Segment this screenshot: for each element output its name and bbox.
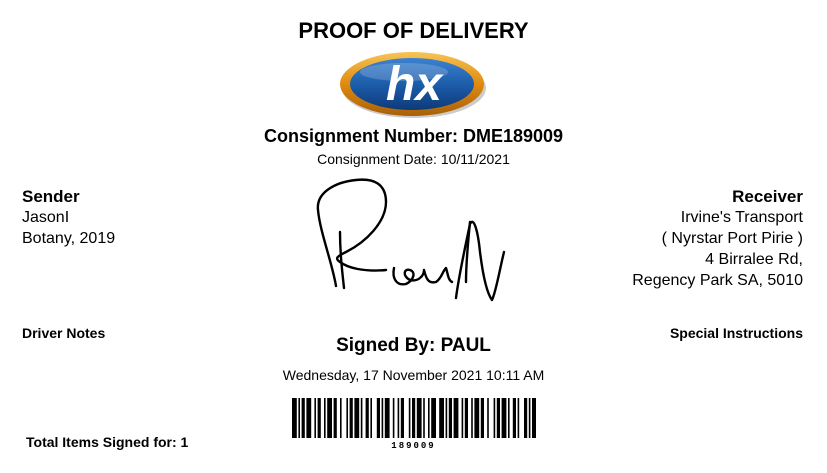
barcode-bar [400,398,404,438]
barcode-bar [327,398,332,438]
barcode-bar [532,398,536,438]
barcode-bar [376,398,380,438]
barcode-bar [474,398,480,438]
page-title: PROOF OF DELIVERY [298,18,529,43]
barcode-bar [487,398,489,438]
barcode-bar [370,398,372,438]
logo-text: hx [386,58,444,111]
barcode-bar [292,398,297,438]
barcode-bar [365,398,369,438]
barcode-bar [381,398,384,438]
barcode-bar [480,398,484,438]
receiver-line: Irvine's Transport [680,209,803,226]
barcode-bar [448,398,452,438]
sender-line: JasonI [22,209,70,226]
signed-by: Signed By: PAUL [336,335,491,356]
receiver-block: Receiver Irvine's Transport ( Nyrstar Po… [632,186,803,291]
barcode-bar [412,398,416,438]
barcode-bar [392,398,395,438]
barcode-bar [408,398,411,438]
barcode-bar [461,398,464,438]
barcode-bar [354,398,360,438]
barcode-bar [501,398,507,438]
barcode-bar [298,398,300,438]
barcode-bar [314,398,316,438]
receiver-line: ( Nyrstar Port Pirie ) [661,230,803,247]
barcode-bar [301,398,305,438]
barcode [292,398,536,438]
barcode-bar [508,398,510,438]
barcode-bar [512,398,516,438]
consignment-date: Consignment Date: 10/11/2021 [317,151,510,167]
sender-line: Botany, 2019 [22,230,116,247]
sender-heading: Sender [22,187,80,206]
consignment-number: Consignment Number: DME189009 [263,126,564,146]
barcode-bar [528,398,531,438]
barcode-bar [524,398,528,438]
barcode-bar [453,398,459,438]
barcode-bar [340,398,342,438]
signature-image [316,178,506,302]
barcode-bar [431,398,436,438]
barcode-bar [517,398,520,438]
barcode-bar [397,398,400,438]
barcode-bar [346,398,348,438]
sender-block: Sender JasonI Botany, 2019 [22,186,115,249]
barcode-bar [384,398,390,438]
company-logo: hx [340,52,486,118]
barcode-bar [428,398,430,438]
barcode-bar [439,398,444,438]
barcode-bar [496,398,500,438]
receiver-heading: Receiver [732,187,803,206]
barcode-bar [464,398,468,438]
barcode-bar [493,398,496,438]
receiver-line: Regency Park SA, 5010 [632,272,803,289]
barcode-bar [317,398,321,438]
barcode-bar [360,398,363,438]
signed-datetime: Wednesday, 17 November 2021 10:11 AM [282,367,545,383]
barcode-bar [349,398,353,438]
barcode-bar [471,398,473,438]
barcode-bar [306,398,312,438]
receiver-line: 4 Birralee Rd, [705,251,803,268]
total-items-signed: Total Items Signed for: 1 [26,434,189,450]
barcode-bar [324,398,326,438]
barcode-bar [423,398,425,438]
barcode-bar [333,398,337,438]
barcode-bar [445,398,448,438]
barcode-bar [416,398,422,438]
